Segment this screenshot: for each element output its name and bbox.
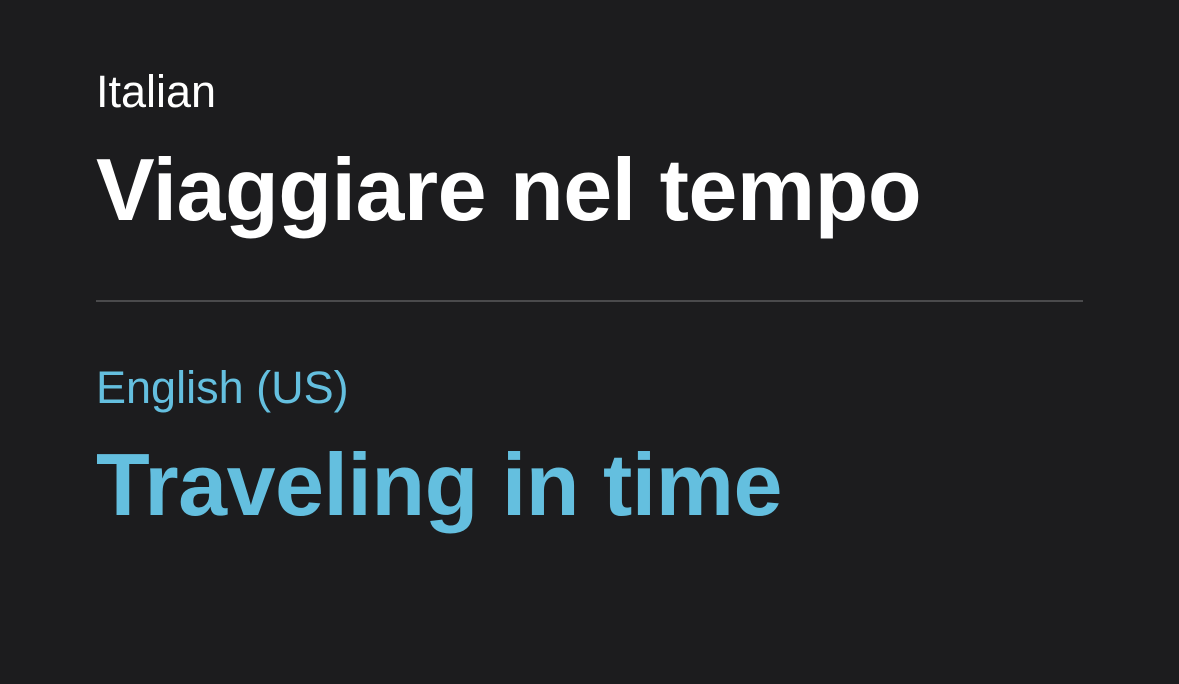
source-language-label: Italian xyxy=(96,66,217,117)
source-text: Viaggiare nel tempo xyxy=(96,140,922,239)
divider xyxy=(96,300,1083,302)
translation-panel: Italian Viaggiare nel tempo English (US)… xyxy=(96,0,1083,684)
target-language-label: English (US) xyxy=(96,362,349,413)
translated-text: Traveling in time xyxy=(96,435,782,534)
